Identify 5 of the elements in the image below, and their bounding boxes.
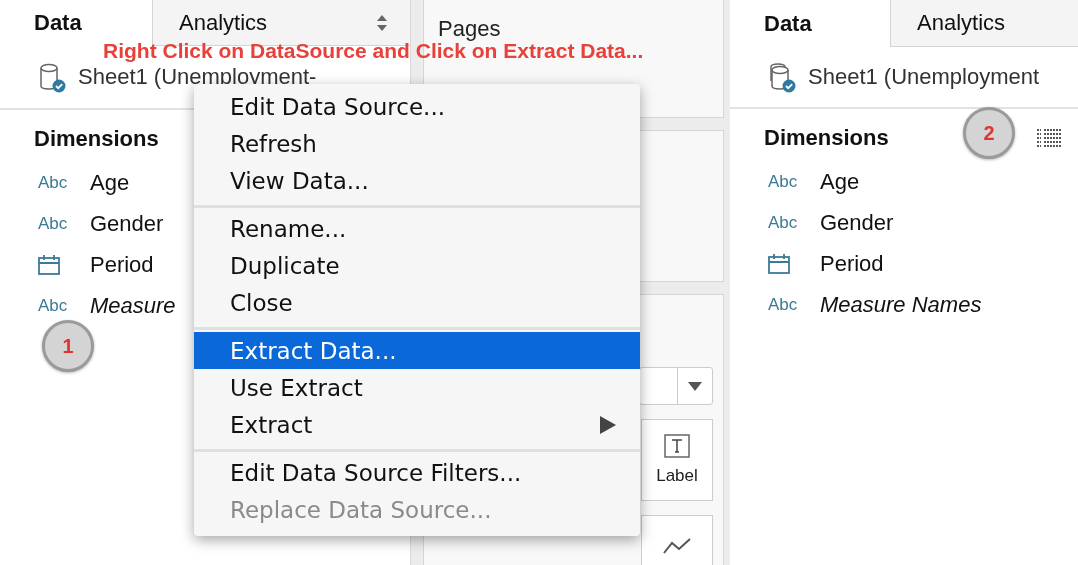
card-title: Pages [437,15,501,42]
step-callout: 2 [963,107,1015,159]
section-heading: Dimensions [764,125,889,151]
step-callout: 1 [42,320,94,372]
section-heading: Dimensions [34,126,159,152]
